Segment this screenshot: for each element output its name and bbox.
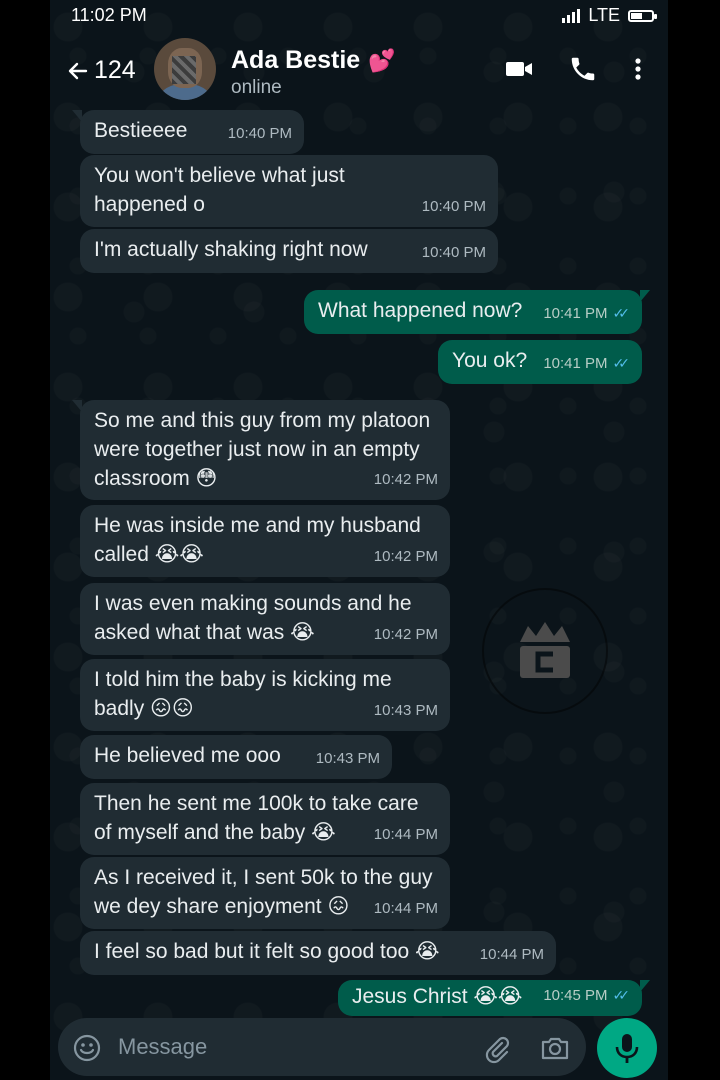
message-meta: 10:42 PM xyxy=(374,542,438,571)
message-input[interactable]: Message xyxy=(118,1034,207,1060)
incoming-message[interactable]: You won't believe what just happened o 10… xyxy=(80,155,498,227)
message-meta: 10:41 PM ✓✓ xyxy=(543,349,630,378)
status-bar: 11:02 PM LTE xyxy=(50,0,668,30)
signal-icon xyxy=(562,8,581,23)
status-indicators: LTE xyxy=(562,5,657,26)
message-time: 10:40 PM xyxy=(227,125,292,142)
network-label: LTE xyxy=(588,5,620,25)
voice-call-icon[interactable] xyxy=(568,54,598,84)
incoming-message[interactable]: He believed me ooo 10:43 PM xyxy=(80,735,392,779)
incoming-message[interactable]: He was inside me and my husband called 😭… xyxy=(80,505,450,577)
video-call-icon[interactable] xyxy=(504,54,534,84)
contact-avatar[interactable] xyxy=(154,38,216,100)
message-time: 10:44 PM xyxy=(373,826,438,843)
chat-header: 124 Ada Bestie 💕 online xyxy=(50,30,668,112)
message-time: 10:42 PM xyxy=(373,471,438,488)
presence-status: online xyxy=(231,77,282,98)
status-time: 11:02 PM xyxy=(71,5,147,25)
contact-name-area[interactable]: Ada Bestie 💕 xyxy=(231,46,396,75)
contact-name: Ada Bestie xyxy=(231,46,361,74)
message-time: 10:44 PM xyxy=(373,900,438,917)
incoming-message[interactable]: As I received it, I sent 50k to the guy … xyxy=(80,857,450,929)
heart-emoji: 💕 xyxy=(368,48,396,73)
message-meta: 10:40 PM xyxy=(228,119,292,148)
message-meta: 10:44 PM xyxy=(480,940,544,969)
emoji-icon[interactable] xyxy=(72,1033,102,1068)
back-button[interactable]: 124 xyxy=(66,56,136,85)
incoming-message[interactable]: I'm actually shaking right now 10:40 PM xyxy=(80,229,498,273)
message-time: 10:43 PM xyxy=(373,702,438,719)
message-meta: 10:42 PM xyxy=(374,620,438,649)
incoming-message[interactable]: Bestieeee 10:40 PM xyxy=(72,110,304,154)
message-meta: 10:45 PM ✓✓ xyxy=(543,981,630,1010)
watermark-logo xyxy=(482,588,608,714)
back-arrow-icon xyxy=(68,62,88,79)
message-input-bar: Message xyxy=(58,1018,586,1076)
attach-icon[interactable] xyxy=(482,1034,512,1069)
outgoing-message[interactable]: What happened now? 10:41 PM ✓✓ xyxy=(304,290,650,334)
message-meta: 10:44 PM xyxy=(374,894,438,923)
message-time: 10:44 PM xyxy=(479,946,544,963)
incoming-message[interactable]: Then he sent me 100k to take care of mys… xyxy=(80,783,450,855)
message-time: 10:42 PM xyxy=(373,548,438,565)
message-time: 10:41 PM xyxy=(543,355,608,372)
more-options-icon[interactable] xyxy=(628,54,648,84)
battery-icon xyxy=(628,9,657,22)
message-time: 10:43 PM xyxy=(315,750,380,767)
incoming-message[interactable]: So me and this guy from my platoon were … xyxy=(72,400,450,500)
message-meta: 10:42 PM xyxy=(374,465,438,494)
message-meta: 10:43 PM xyxy=(374,696,438,725)
voice-record-button[interactable] xyxy=(597,1018,657,1078)
message-time: 10:40 PM xyxy=(421,244,486,261)
message-meta: 10:40 PM xyxy=(422,192,486,221)
message-text: I feel so bad but it felt so good too 😭 xyxy=(94,940,440,963)
message-meta: 10:40 PM xyxy=(422,238,486,267)
incoming-message[interactable]: I was even making sounds and he asked wh… xyxy=(80,583,450,655)
incoming-message[interactable]: I told him the baby is kicking me badly … xyxy=(80,659,450,731)
message-time: 10:41 PM xyxy=(543,305,608,322)
message-time: 10:45 PM xyxy=(543,987,608,1004)
unread-count: 124 xyxy=(94,56,136,84)
message-meta: 10:44 PM xyxy=(374,820,438,849)
chat-screen: 11:02 PM LTE 124 Ada Bestie 💕 online Bes… xyxy=(50,0,668,1080)
camera-icon[interactable] xyxy=(540,1033,570,1068)
outgoing-message[interactable]: You ok? 10:41 PM ✓✓ xyxy=(438,340,642,384)
message-meta: 10:41 PM ✓✓ xyxy=(543,299,630,328)
outgoing-message[interactable]: Jesus Christ 😭😭 10:45 PM ✓✓ xyxy=(338,980,650,1016)
read-receipt-icon: ✓✓ xyxy=(612,987,631,1003)
read-receipt-icon: ✓✓ xyxy=(612,305,631,321)
read-receipt-icon: ✓✓ xyxy=(612,355,631,371)
message-time: 10:42 PM xyxy=(373,626,438,643)
incoming-message[interactable]: I feel so bad but it felt so good too 😭 1… xyxy=(80,931,556,975)
message-meta: 10:43 PM xyxy=(316,744,380,773)
message-time: 10:40 PM xyxy=(421,198,486,215)
microphone-icon xyxy=(615,1034,639,1063)
